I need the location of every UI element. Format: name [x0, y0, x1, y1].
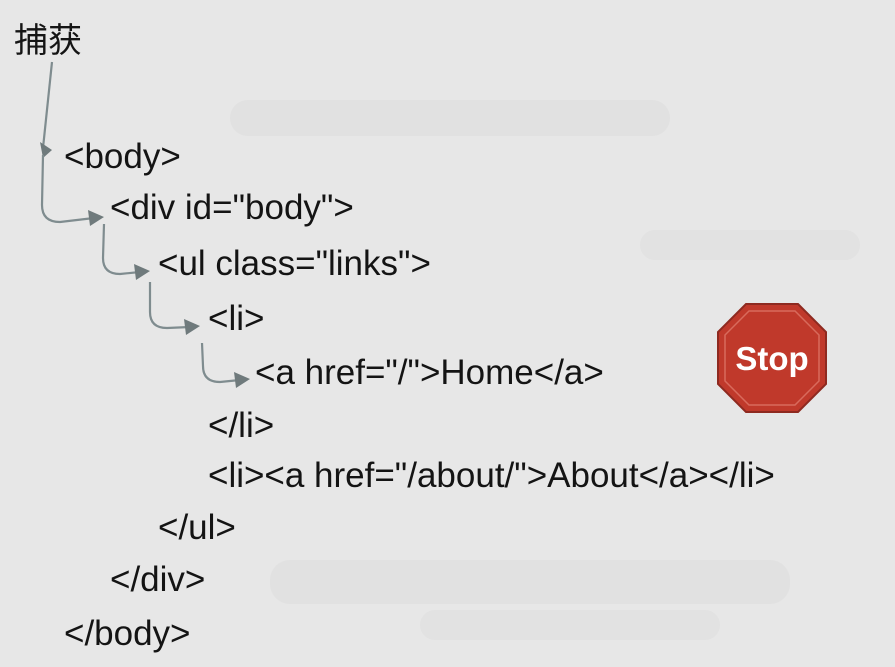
arrow-head-div [88, 210, 104, 226]
arrow-head-ul [134, 264, 150, 280]
event-capture-diagram: 捕获 <body> <div id="body"> <ul class="lin… [14, 21, 860, 653]
code-line-div-close: </div> [110, 560, 205, 599]
arrow-head-li [184, 319, 200, 335]
arrow-title-to-body [41, 61, 54, 149]
code-line-about-item: <li><a href="/about/">About</a></li> [208, 456, 775, 495]
code-line-home-link: <a href="/">Home</a> [255, 353, 604, 392]
code-line-ul-close: </ul> [158, 508, 236, 547]
code-line-body-open: <body> [64, 137, 181, 176]
code-line-li-close: </li> [208, 406, 274, 445]
code-line-body-close: </body> [64, 614, 191, 653]
arrow-li-to-link [200, 342, 241, 384]
stop-sign: Stop [717, 303, 827, 413]
code-line-div-open: <div id="body"> [110, 188, 354, 227]
arrow-head-body [40, 142, 52, 158]
code-line-ul-open: <ul class="links"> [158, 244, 431, 283]
arrow-head-link [234, 372, 250, 388]
diagram-title: 捕获 [14, 21, 82, 61]
code-line-li-open: <li> [208, 299, 264, 338]
stop-label: Stop [735, 340, 808, 377]
arrow-ul-to-li [148, 282, 191, 330]
